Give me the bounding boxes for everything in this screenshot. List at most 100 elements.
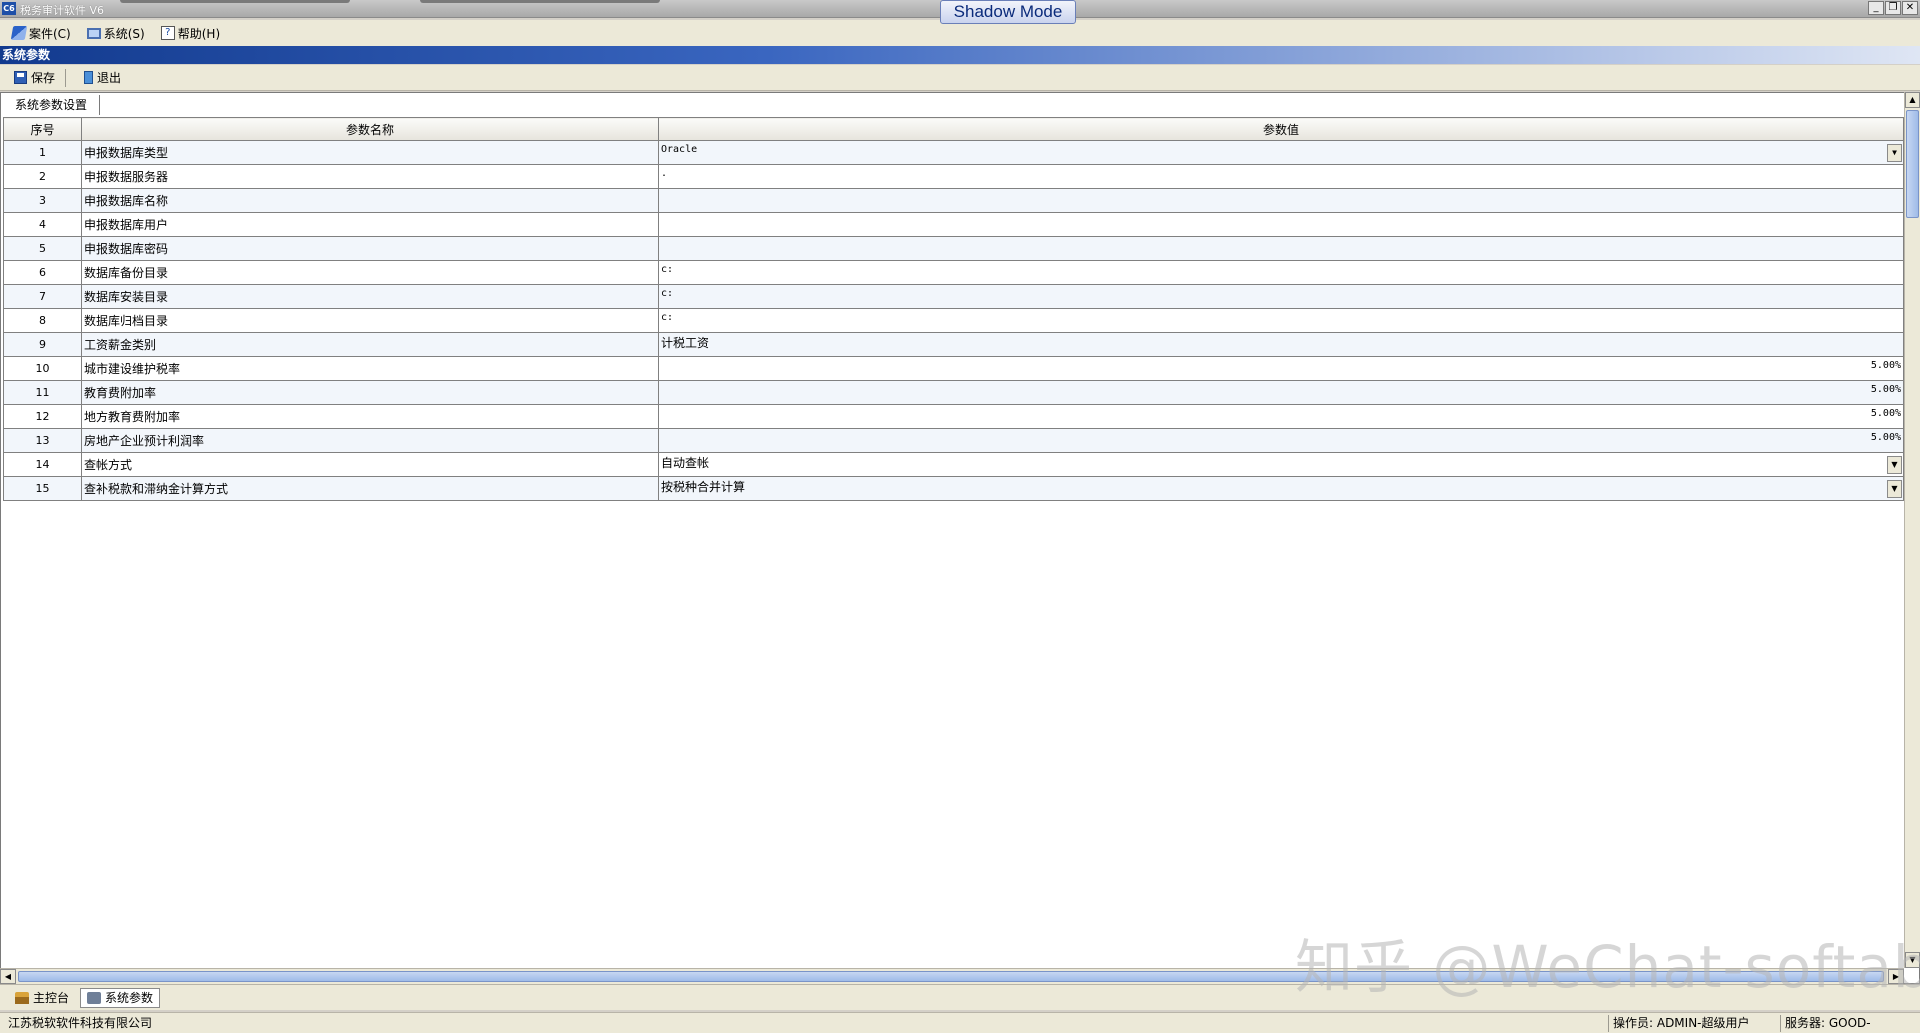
param-value: c: [661, 288, 674, 299]
param-name: 数据库备份目录 [81, 260, 659, 285]
param-value: 计税工资 [661, 336, 710, 350]
row-seq: 4 [3, 212, 82, 237]
param-value: c: [661, 264, 674, 275]
param-value-cell[interactable]: 5.00% [658, 380, 1904, 405]
home-icon [15, 991, 29, 1004]
close-button[interactable]: ✕ [1902, 1, 1918, 15]
restore-button[interactable]: ❐ [1885, 1, 1901, 15]
param-value-cell[interactable] [658, 236, 1904, 261]
param-value: 5.00% [1870, 408, 1901, 419]
table-row[interactable]: 13 房地产企业预计利润率 5.00% [3, 428, 1904, 453]
tab-console[interactable]: 主控台 [8, 988, 76, 1008]
param-value-cell[interactable]: 自动查帐 ▼ [658, 452, 1904, 477]
param-value-cell[interactable] [658, 188, 1904, 213]
table-row[interactable]: 2 申报数据服务器. [3, 164, 1904, 189]
tab-system-params[interactable]: 系统参数 [80, 987, 161, 1008]
table-row[interactable]: 14 查帐方式 自动查帐 ▼ [3, 452, 1904, 477]
param-value: c: [661, 312, 674, 323]
window-controls: _ ❐ ✕ [1868, 1, 1918, 15]
param-value-cell[interactable]: 计税工资 [658, 332, 1904, 357]
menu-help[interactable]: ? 帮助(H) [160, 25, 220, 42]
param-value-cell[interactable]: c: [658, 260, 1904, 285]
status-company: 江苏税软软件科技有限公司 [8, 1016, 153, 1030]
table-row[interactable]: 5 申报数据库密码 [3, 236, 1904, 261]
taskbar-tab-2[interactable] [420, 0, 660, 3]
header-value[interactable]: 参数值 [658, 117, 1904, 141]
param-name: 数据库归档目录 [81, 308, 659, 333]
table-row[interactable]: 7 数据库安装目录 c: [3, 284, 1904, 309]
param-value: 按税种合并计算 [661, 480, 746, 494]
param-value-cell[interactable] [658, 212, 1904, 237]
table-row[interactable]: 9 工资薪金类别 计税工资 [3, 332, 1904, 357]
param-name: 申报数据库类型 [81, 140, 659, 165]
menu-case[interactable]: 案件(C) [10, 25, 71, 42]
help-icon: ? [160, 26, 175, 40]
table-row[interactable]: 6 数据库备份目录 c: [3, 260, 1904, 285]
save-button[interactable]: 保存 [14, 69, 55, 86]
section-tab-label[interactable]: 系统参数设置 [3, 95, 101, 115]
param-name: 申报数据库名称 [81, 188, 659, 213]
vertical-scrollbar[interactable]: ▲ ▼ [1904, 92, 1920, 968]
param-value-cell[interactable]: 5.00% [658, 404, 1904, 429]
row-seq: 8 [3, 308, 82, 333]
exit-icon [84, 71, 94, 84]
param-value-cell[interactable]: 5.00% [658, 356, 1904, 381]
param-value-cell[interactable]: 按税种合并计算 ▼ [658, 476, 1904, 501]
table-row[interactable]: 4 申报数据库用户 [3, 212, 1904, 237]
book-icon [10, 26, 28, 40]
scroll-up-icon[interactable]: ▲ [1905, 92, 1920, 108]
param-value: 自动查帐 [661, 456, 710, 470]
param-value-cell[interactable]: Oracle ▼ [658, 140, 1904, 165]
table-row[interactable]: 8 数据库归档目录 c: [3, 308, 1904, 333]
param-name: 申报数据库用户 [81, 212, 659, 237]
param-value: 5.00% [1870, 360, 1901, 371]
table-row[interactable]: 10 城市建设维护税率 5.00% [3, 356, 1904, 381]
row-seq: 1 [3, 140, 82, 165]
param-value-cell[interactable]: c: [658, 308, 1904, 333]
header-name[interactable]: 参数名称 [81, 117, 659, 141]
menu-case-label: 案件(C) [29, 26, 71, 41]
row-seq: 6 [3, 260, 82, 285]
row-seq: 2 [3, 164, 82, 189]
row-seq: 10 [3, 356, 82, 381]
header-seq[interactable]: 序号 [3, 117, 82, 141]
table-row[interactable]: 1 申报数据库类型 Oracle ▼ [3, 140, 1904, 165]
table-header-row: 序号 参数名称 参数值 [3, 117, 1904, 141]
row-seq: 12 [3, 404, 82, 429]
taskbar-tab-1[interactable] [120, 0, 350, 3]
dropdown-arrow-icon[interactable]: ▼ [1887, 480, 1902, 498]
param-name: 城市建设维护税率 [81, 356, 659, 381]
param-value-cell[interactable]: . [658, 164, 1904, 189]
table-row[interactable]: 3 申报数据库名称 [3, 188, 1904, 213]
param-value: Oracle [661, 144, 698, 155]
table-row[interactable]: 15 查补税款和滞纳金计算方式 按税种合并计算 ▼ [3, 476, 1904, 501]
dropdown-arrow-icon[interactable]: ▼ [1887, 456, 1902, 474]
table-row[interactable]: 12 地方教育费附加率 5.00% [3, 404, 1904, 429]
status-server: 服务器: GOOD-PC\TSSQL [1780, 1015, 1920, 1032]
param-value: . [661, 168, 668, 179]
shadow-mode-button[interactable]: Shadow Mode [940, 0, 1076, 24]
status-bar: 江苏税软软件科技有限公司 操作员: ADMIN-超级用户 服务器: GOOD-P… [0, 1012, 1920, 1033]
param-value-cell[interactable]: 5.00% [658, 428, 1904, 453]
toolbar: 保存 退出 [0, 65, 1920, 91]
parameter-panel: 系统参数设置 序号 参数名称 参数值 1 申报数据库类型 Oracle ▼ 2 申报数据服… [0, 92, 1920, 984]
param-name: 申报数据服务器 [81, 164, 659, 189]
dropdown-arrow-icon[interactable]: ▼ [1887, 144, 1902, 162]
row-seq: 7 [3, 284, 82, 309]
exit-button[interactable]: 退出 [84, 69, 121, 86]
row-seq: 13 [3, 428, 82, 453]
table-row[interactable]: 11 教育费附加率 5.00% [3, 380, 1904, 405]
minimize-button[interactable]: _ [1868, 1, 1884, 15]
save-label: 保存 [31, 71, 56, 85]
param-name: 申报数据库密码 [81, 236, 659, 261]
panel-caption: 系统参数 [0, 46, 1920, 64]
save-icon [14, 71, 27, 84]
param-name: 数据库安装目录 [81, 284, 659, 309]
param-name: 地方教育费附加率 [81, 404, 659, 429]
param-value-cell[interactable]: c: [658, 284, 1904, 309]
settings-icon [87, 991, 102, 1004]
param-name: 查帐方式 [81, 452, 659, 477]
vertical-scroll-thumb[interactable] [1906, 110, 1919, 218]
scroll-left-icon[interactable]: ◀ [0, 969, 16, 984]
menu-system[interactable]: 系统(S) [86, 25, 145, 42]
